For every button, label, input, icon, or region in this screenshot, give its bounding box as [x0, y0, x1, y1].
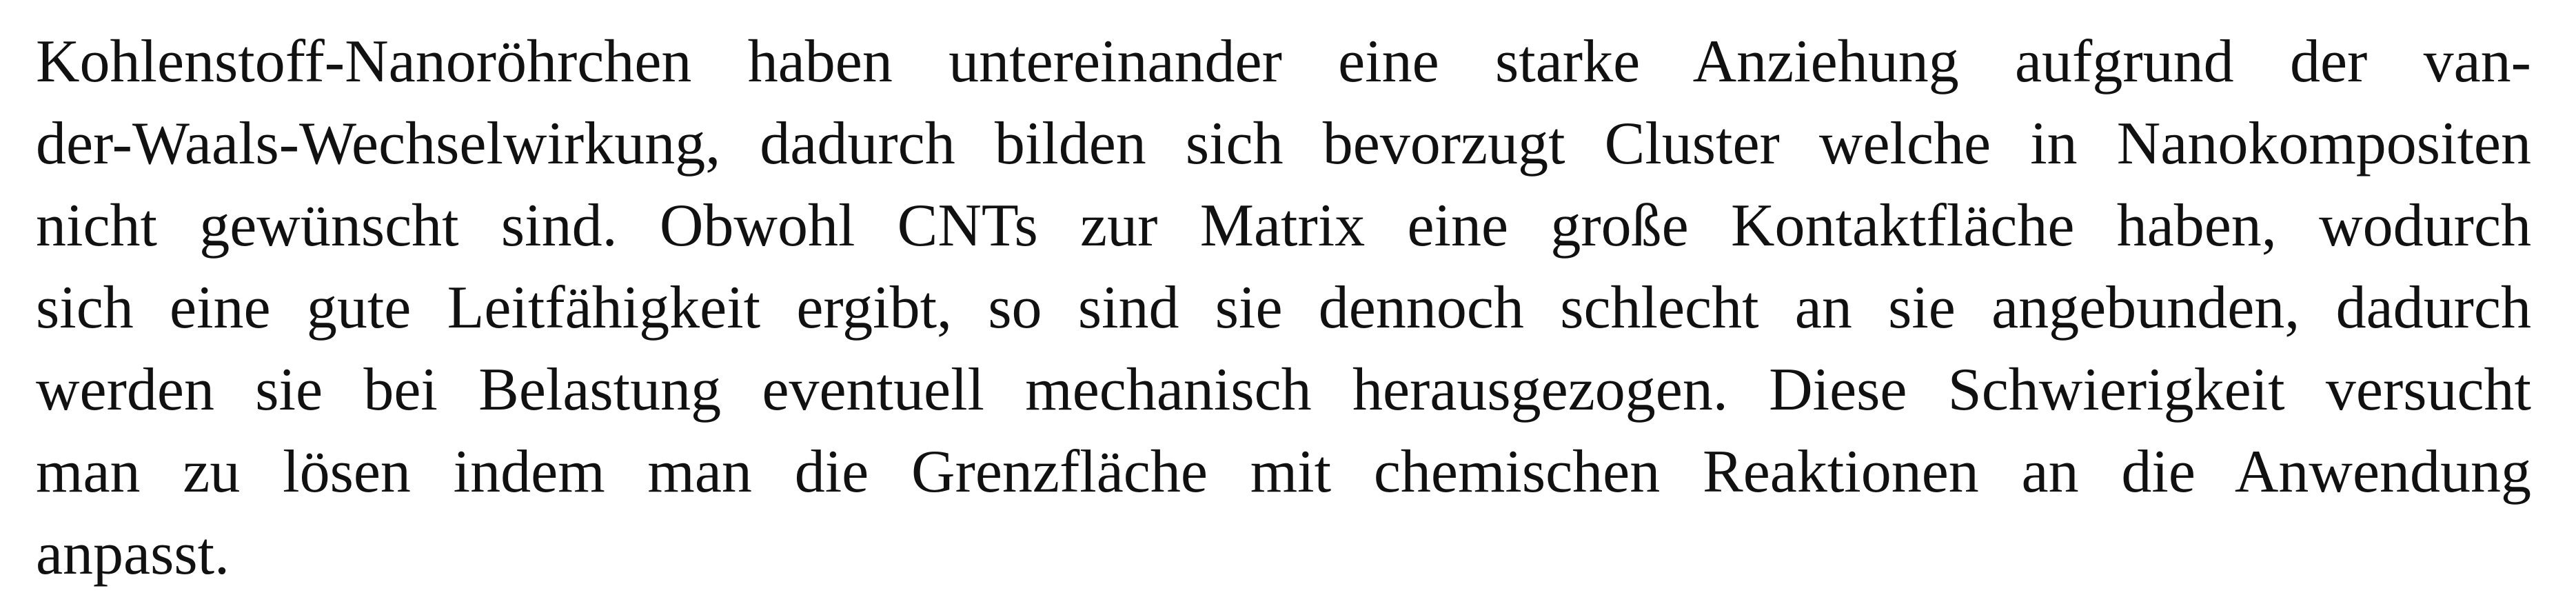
body-paragraph: Kohlenstoff-Nanoröhrchen haben untereina…	[36, 21, 2531, 595]
paragraph-line-4: sich eine gute Leitfähigkeit ergibt, so …	[36, 274, 2531, 341]
document-page: Kohlenstoff-Nanoröhrchen haben untereina…	[0, 0, 2576, 594]
paragraph-line-6: man zu lösen indem man die Grenzfläche m…	[36, 438, 2531, 505]
paragraph-line-3: nicht gewünscht sind. Obwohl CNTs zur Ma…	[36, 192, 2531, 259]
paragraph-line-7: anpasst.	[36, 521, 230, 587]
paragraph-line-2: der-Waals-Wechselwirkung, dadurch bilden…	[36, 110, 2531, 177]
paragraph-line-1: Kohlenstoff-Nanoröhrchen haben untereina…	[36, 28, 2531, 95]
paragraph-line-5: werden sie bei Belastung eventuell mecha…	[36, 356, 2531, 423]
